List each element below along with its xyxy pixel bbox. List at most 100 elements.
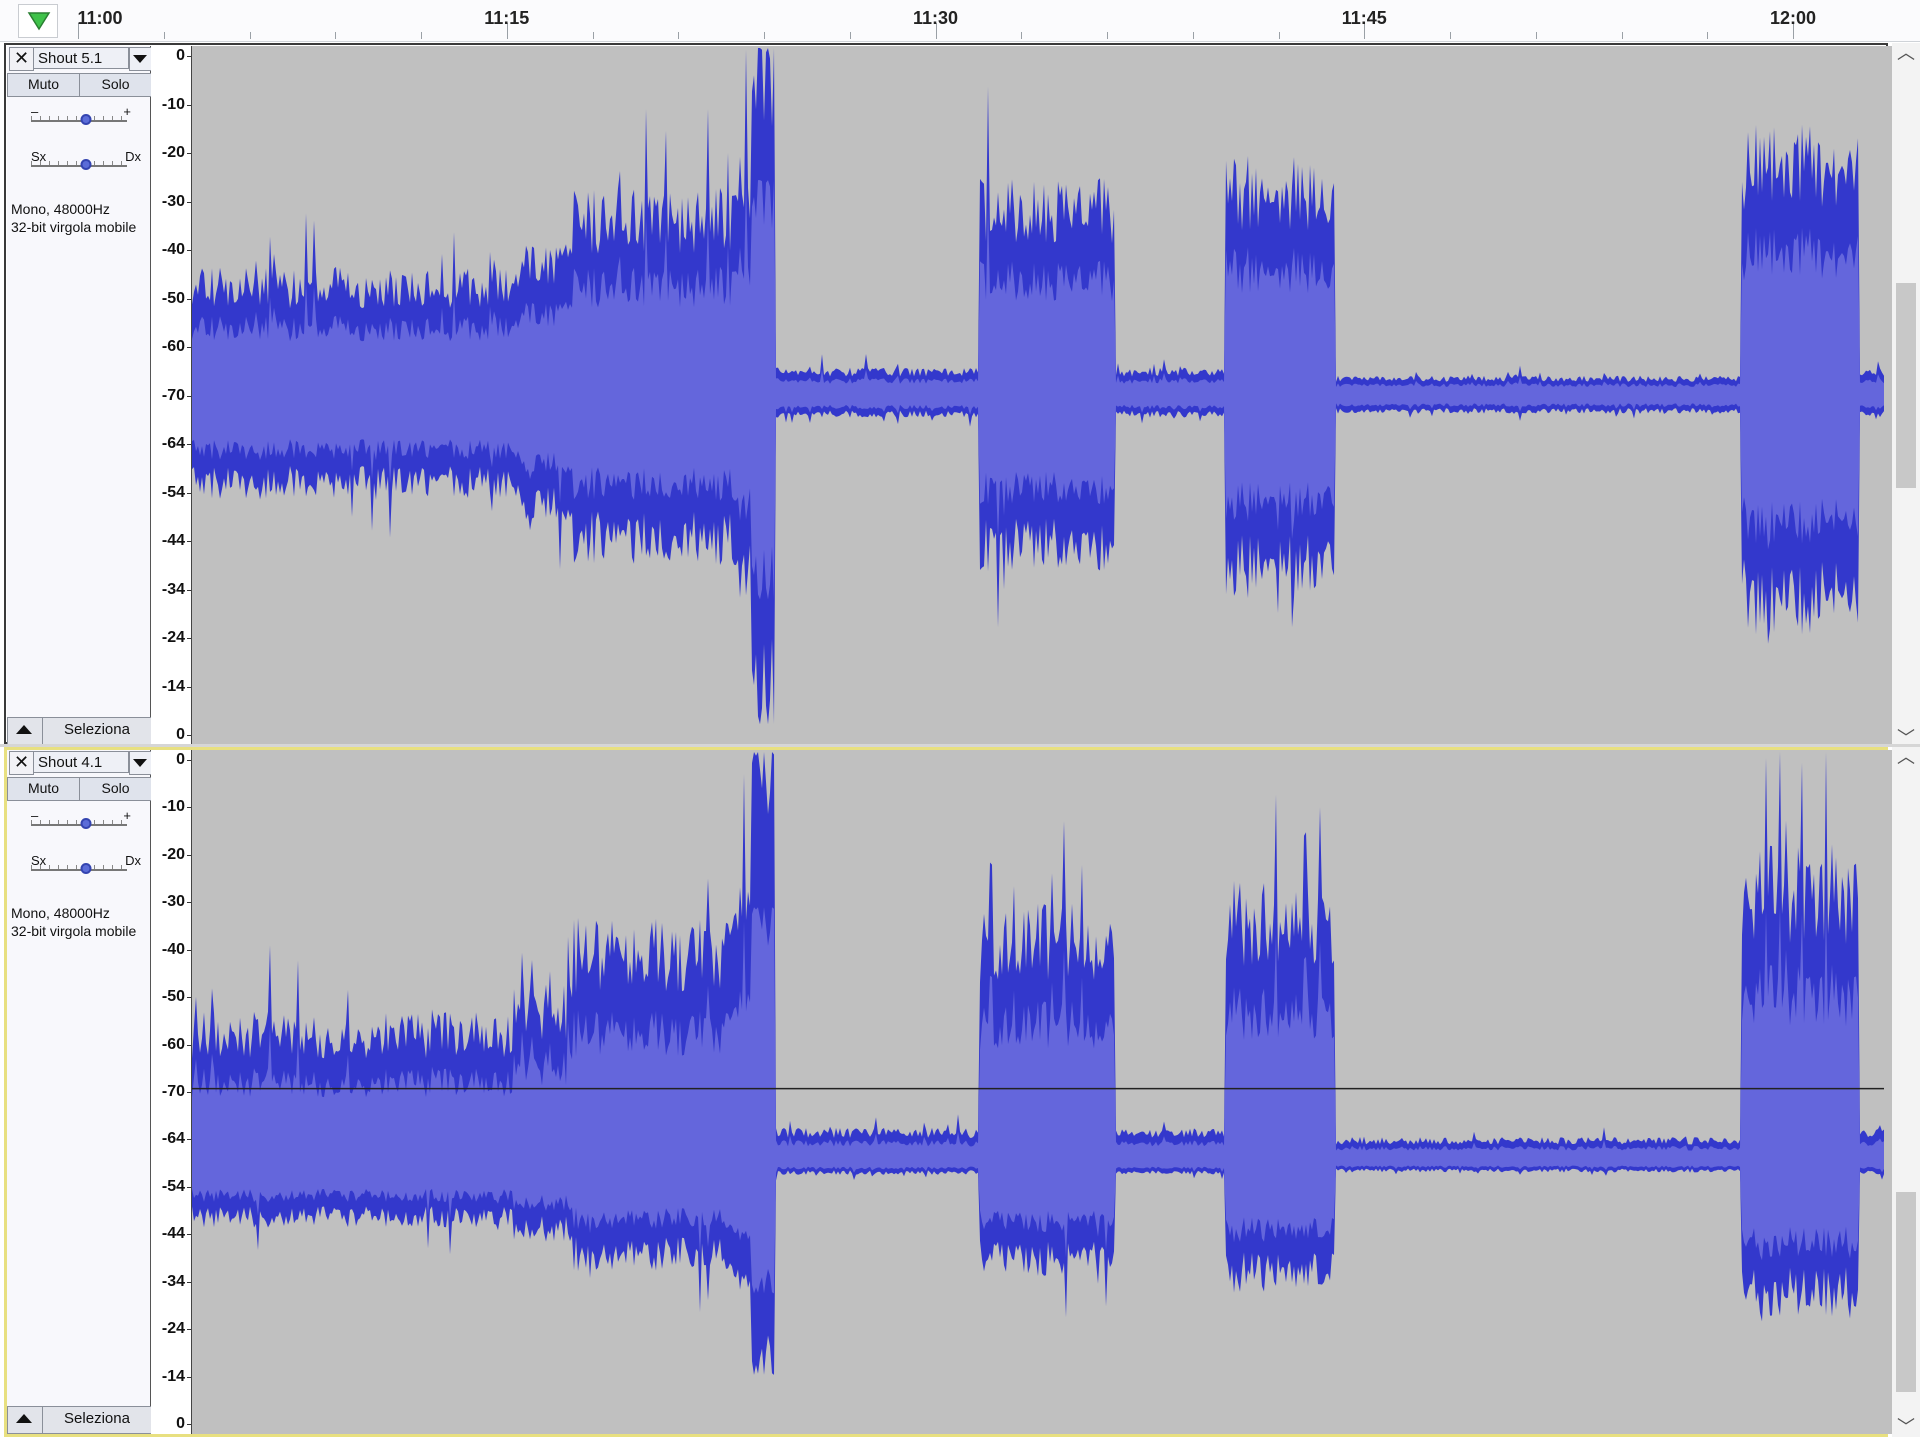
amplitude-scale-tick xyxy=(187,638,191,639)
bit-depth-label: 32-bit virgola mobile xyxy=(11,923,137,939)
amplitude-scale-label: -44 xyxy=(161,532,185,549)
ruler-tick xyxy=(1021,32,1023,39)
ruler-time-label: 11:15 xyxy=(484,8,530,28)
pan-slider[interactable]: Sx Dx xyxy=(17,149,141,177)
gain-slider-thumb[interactable] xyxy=(80,114,92,125)
ruler-tick xyxy=(1192,32,1194,39)
gain-slider-thumb[interactable] xyxy=(80,818,92,829)
track-format-info: Mono, 48000Hz 32-bit virgola mobile xyxy=(11,200,150,236)
ruler-tick xyxy=(163,32,165,39)
ruler-tick xyxy=(335,32,337,39)
solo-button[interactable]: Solo xyxy=(79,777,152,801)
collapse-track-button[interactable] xyxy=(7,1406,43,1434)
track-menu-dropdown[interactable] xyxy=(129,47,152,71)
track-format-info: Mono, 48000Hz 32-bit virgola mobile xyxy=(11,904,150,940)
ruler-time-label: 12:00 xyxy=(1769,8,1817,28)
ruler-time-label: 11:30 xyxy=(912,8,959,28)
amplitude-scale-tick xyxy=(187,1139,191,1141)
scroll-up-icon[interactable]: ︿ xyxy=(1892,747,1920,767)
amplitude-scale-label: -14 xyxy=(161,1367,185,1385)
track-header: ✕ Shout 5.1 xyxy=(7,46,152,71)
scrollbar-thumb[interactable] xyxy=(1896,283,1916,488)
amplitude-scale[interactable]: 0 -10 -20 -30 -40 -50 -60 -70 -64 -54 -44 -34 -24 -14… xyxy=(151,750,192,1434)
close-icon: ✕ xyxy=(13,48,30,68)
amplitude-scale-tick xyxy=(187,1234,191,1236)
amplitude-scale-label: -60 xyxy=(161,338,185,355)
mute-solo-row: Muto Solo xyxy=(7,777,152,801)
waveform-display[interactable] xyxy=(192,46,1918,745)
select-track-button[interactable]: Seleziona xyxy=(42,1406,152,1434)
amplitude-scale-label: 0 xyxy=(176,47,185,64)
amplitude-scale-label: -20 xyxy=(161,144,185,161)
amplitude-scale-tick xyxy=(187,854,191,856)
amplitude-scale-tick xyxy=(187,686,191,688)
amplitude-scale-tick xyxy=(187,1186,191,1188)
sample-format-label: Mono, 48000Hz xyxy=(11,905,110,921)
solo-button[interactable]: Solo xyxy=(79,73,152,97)
audio-track: ✕ Shout 5.1 Muto Solo – + Sx Dx Mono, 48… xyxy=(0,43,1920,748)
amplitude-scale-tick xyxy=(187,1424,191,1425)
ruler-tick xyxy=(1107,32,1108,39)
track-header: ✕ Shout 4.1 xyxy=(7,750,152,775)
ruler-tick xyxy=(678,32,680,39)
vertical-scrollbar[interactable]: ︿ ﹀ xyxy=(1892,43,1920,748)
amplitude-scale[interactable]: 0 -10 -20 -30 -40 -50 -60 -70 -64 -54 -44 -34 -24 -14… xyxy=(151,46,192,745)
pan-slider-thumb[interactable] xyxy=(80,863,92,874)
gain-slider-track xyxy=(31,824,127,826)
ruler-time-label: 11:45 xyxy=(1341,8,1387,28)
audio-track: ✕ Shout 4.1 Muto Solo – + Sx Dx Mono, 48… xyxy=(0,747,1920,1437)
amplitude-scale-label: 0 xyxy=(176,751,185,768)
select-track-button[interactable]: Seleziona xyxy=(42,717,152,745)
ruler-tick xyxy=(764,32,765,39)
amplitude-scale-tick xyxy=(187,347,191,348)
amplitude-scale-label: -60 xyxy=(161,1035,185,1053)
vertical-scrollbar[interactable]: ︿ ﹀ xyxy=(1892,747,1920,1437)
amplitude-scale-tick xyxy=(187,1044,191,1046)
timeline-ruler[interactable]: 11:00 11:15 11:30 11:45 12:00 xyxy=(0,0,1920,42)
ruler-tick xyxy=(1621,32,1623,39)
amplitude-scale-tick xyxy=(187,201,191,203)
amplitude-scale-label: -40 xyxy=(161,241,185,258)
close-track-button[interactable]: ✕ xyxy=(9,751,34,775)
amplitude-scale-label: -10 xyxy=(161,798,185,816)
amplitude-scale-label: -30 xyxy=(161,192,185,210)
pan-right-label: Dx xyxy=(125,149,141,164)
track-menu-dropdown[interactable] xyxy=(129,751,152,775)
gain-slider[interactable]: – + xyxy=(17,104,141,132)
amplitude-scale-tick xyxy=(187,589,191,591)
track-name-button[interactable]: Shout 4.1 xyxy=(33,751,129,773)
amplitude-scale-tick xyxy=(187,56,191,57)
track-name-button[interactable]: Shout 5.1 xyxy=(33,47,129,69)
amplitude-scale-label: -40 xyxy=(161,940,185,958)
amplitude-scale-tick xyxy=(187,1376,191,1378)
gain-slider[interactable]: – + xyxy=(17,808,141,836)
amplitude-scale-tick xyxy=(187,1329,191,1331)
amplitude-scale-label: -50 xyxy=(161,988,185,1006)
amplitude-scale-label: -24 xyxy=(161,1320,185,1338)
play-indicator-button[interactable] xyxy=(18,4,58,38)
mute-button[interactable]: Muto xyxy=(7,73,80,97)
pan-slider-thumb[interactable] xyxy=(80,159,92,170)
close-track-button[interactable]: ✕ xyxy=(9,47,34,71)
ruler-tick xyxy=(421,32,422,39)
pan-slider-track xyxy=(31,869,127,871)
amplitude-scale-label: -54 xyxy=(161,1177,185,1195)
ruler-time-label: 11:00 xyxy=(77,8,123,28)
collapse-track-button[interactable] xyxy=(7,717,43,745)
scroll-down-icon[interactable]: ﹀ xyxy=(1892,1417,1920,1437)
waveform-display[interactable] xyxy=(192,750,1918,1434)
amplitude-scale-tick xyxy=(187,949,191,951)
bit-depth-label: 32-bit virgola mobile xyxy=(11,219,137,235)
ruler-tick xyxy=(1278,32,1280,39)
scrollbar-thumb[interactable] xyxy=(1896,1192,1916,1392)
amplitude-scale-tick xyxy=(187,541,191,542)
scroll-up-icon[interactable]: ︿ xyxy=(1892,43,1920,63)
amplitude-scale-tick xyxy=(187,997,191,999)
mute-button[interactable]: Muto xyxy=(7,777,80,801)
waveform-svg xyxy=(192,48,1884,725)
track-control-panel: ✕ Shout 5.1 Muto Solo – + Sx Dx Mono, 48… xyxy=(7,46,152,745)
amplitude-scale-label: 0 xyxy=(176,1415,185,1432)
pan-slider-track xyxy=(31,165,127,167)
amplitude-scale-label: -20 xyxy=(161,845,185,863)
pan-slider[interactable]: Sx Dx xyxy=(17,853,141,881)
